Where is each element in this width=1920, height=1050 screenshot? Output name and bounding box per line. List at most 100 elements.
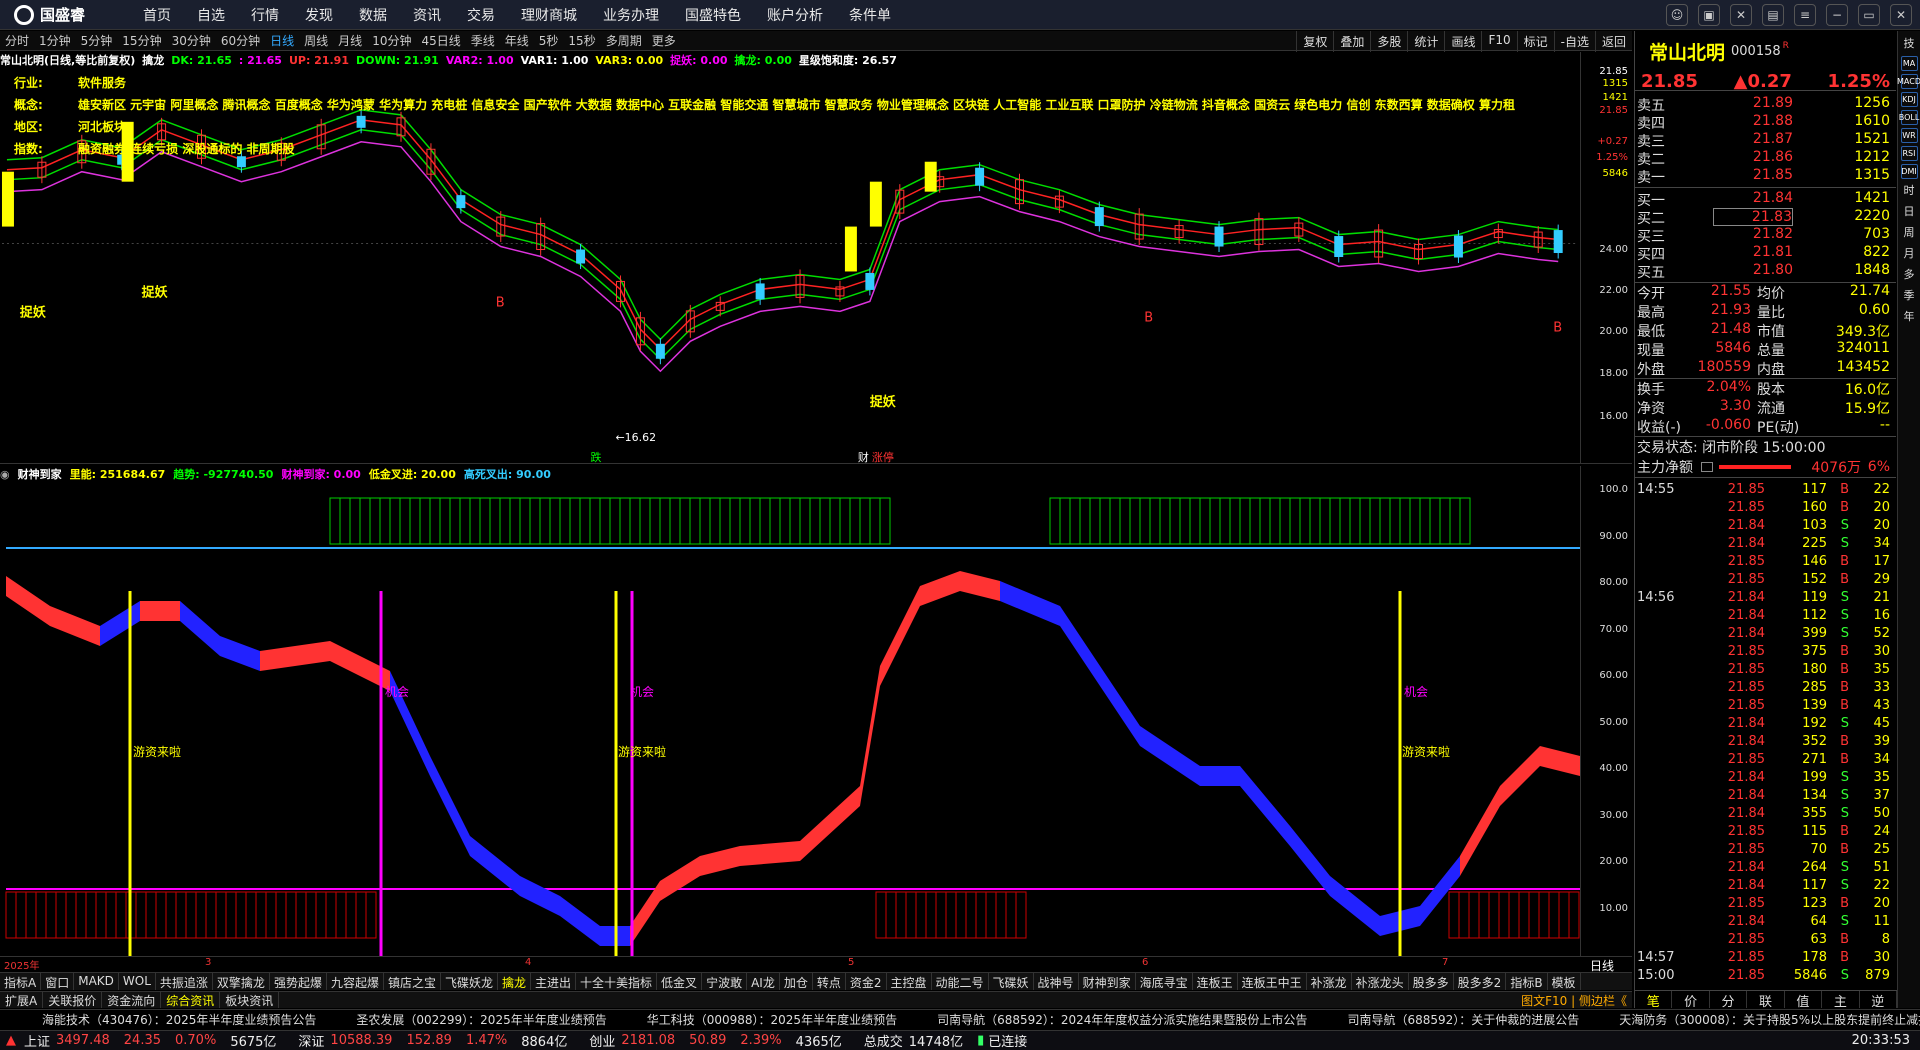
period-0[interactable]: 分时	[0, 32, 34, 49]
news-item[interactable]: 司南导航（688592）：关于仲裁的进展公告	[1347, 1011, 1579, 1028]
indicator-tab-5[interactable]: 双擎擒龙	[213, 973, 270, 990]
info-tab-3[interactable]: 综合资讯	[161, 992, 221, 1008]
orderbook-row[interactable]: 卖二 21.86 1212	[1635, 149, 1896, 168]
side-indicator-7[interactable]: DMI	[1900, 164, 1918, 179]
indicator-tab-15[interactable]: AI龙	[747, 973, 780, 990]
indicator-tab-6[interactable]: 强势起爆	[270, 973, 327, 990]
chart-tool-2[interactable]: 多股	[1370, 31, 1407, 52]
chart-tool-8[interactable]: 返回	[1594, 31, 1632, 52]
news-item[interactable]: 海能技术（430476）：2025年半年度业绩预告公告	[42, 1011, 316, 1028]
tools-icon[interactable]: ✕	[1730, 4, 1752, 26]
side-period-14[interactable]: 年	[1904, 308, 1915, 326]
indicator-tab-30[interactable]: 股多多2	[1454, 973, 1507, 990]
index-name[interactable]: 上证	[24, 1031, 50, 1050]
indicator-tab-26[interactable]: 连板王中王	[1238, 973, 1307, 990]
news-item[interactable]: 华工科技（000988）：2025年半年度业绩预告	[647, 1011, 897, 1028]
side-indicator-6[interactable]: RSI	[1900, 146, 1918, 161]
period-8[interactable]: 月线	[333, 32, 367, 49]
info-tab-2[interactable]: 资金流向	[102, 992, 162, 1008]
chart-tool-1[interactable]: 叠加	[1333, 31, 1370, 52]
index-name[interactable]: 深证	[298, 1031, 324, 1050]
period-9[interactable]: 10分钟	[367, 32, 416, 49]
message-icon[interactable]: ☺	[1666, 4, 1688, 26]
orderbook-row[interactable]: 卖五 21.89 1256	[1635, 95, 1896, 114]
chart-tool-4[interactable]: 画线	[1444, 31, 1481, 52]
indicator-tab-0[interactable]: 指标A	[0, 973, 42, 990]
close-icon[interactable]: ✕	[1890, 4, 1912, 26]
orderbook-row[interactable]: 买二 21.83 2220	[1635, 208, 1896, 227]
maximize-icon[interactable]: ▭	[1858, 4, 1880, 26]
period-13[interactable]: 5秒	[534, 32, 564, 49]
period-10[interactable]: 45日线	[416, 32, 465, 49]
menu-item-9[interactable]: 国盛特色	[672, 5, 754, 25]
orderbook-row[interactable]: 买五 21.80 1848	[1635, 262, 1896, 281]
indicator-tab-8[interactable]: 镇店之宝	[384, 973, 441, 990]
indicator-tab-19[interactable]: 主控盘	[887, 973, 932, 990]
period-16[interactable]: 更多	[647, 32, 681, 49]
orderbook-row[interactable]: 买一 21.84 1421	[1635, 190, 1896, 209]
trade-tab-0[interactable]: 笔	[1635, 991, 1673, 1010]
indicator-tab-24[interactable]: 海底寻宝	[1136, 973, 1193, 990]
indicator-tab-4[interactable]: 共振追涨	[156, 973, 213, 990]
period-2[interactable]: 5分钟	[76, 32, 118, 49]
menu-item-1[interactable]: 自选	[184, 5, 238, 25]
mainflow-icon[interactable]	[1701, 462, 1713, 472]
news-item[interactable]: 天海防务（300008）：关于持股5%以上股东提前终止减持计划	[1619, 1011, 1920, 1028]
side-period-10[interactable]: 周	[1904, 224, 1915, 242]
info-tab-4[interactable]: 板块资讯	[220, 992, 280, 1008]
trade-tab-2[interactable]: 分	[1710, 991, 1748, 1010]
menu-item-8[interactable]: 业务办理	[590, 5, 672, 25]
trade-list[interactable]: 14:55 21.85 117 B 22 21.85 160 B 20 21.84 103 S 20 21…	[1635, 478, 1896, 986]
indicator-tab-3[interactable]: WOL	[119, 973, 156, 990]
menu-item-7[interactable]: 理财商城	[508, 5, 590, 25]
chart-tool-6[interactable]: 标记	[1516, 31, 1554, 52]
trade-tab-1[interactable]: 价	[1672, 991, 1710, 1010]
news-item[interactable]: 司南导航（688592）：2024年年度权益分派实施结果暨股份上市公告	[937, 1011, 1307, 1028]
indicator-tab-12[interactable]: 十全十美指标	[576, 973, 658, 990]
indicator-tab-10[interactable]: 擒龙	[498, 973, 532, 990]
indicator-tab-7[interactable]: 九容起爆	[327, 973, 384, 990]
indicator-tab-20[interactable]: 动能二号	[932, 973, 989, 990]
info-tab-1[interactable]: 关联报价	[43, 992, 103, 1008]
indicator-tab-23[interactable]: 财神到家	[1079, 973, 1136, 990]
menu-item-11[interactable]: 条件单	[836, 5, 904, 25]
chart-tool-7[interactable]: -自选	[1553, 31, 1595, 52]
indicator-tab-29[interactable]: 股多多	[1409, 973, 1454, 990]
side-period-8[interactable]: 时	[1904, 182, 1915, 200]
indicator-tab-31[interactable]: 指标B	[1506, 973, 1548, 990]
period-14[interactable]: 15秒	[563, 32, 600, 49]
indicator-tab-13[interactable]: 低金叉	[657, 973, 703, 990]
orderbook-row[interactable]: 买三 21.82 703	[1635, 226, 1896, 245]
trade-tab-6[interactable]: 逆	[1860, 991, 1897, 1010]
period-5[interactable]: 60分钟	[216, 32, 265, 49]
side-period-9[interactable]: 日	[1904, 203, 1915, 221]
indicator-tab-9[interactable]: 飞碟妖龙	[441, 973, 498, 990]
menu-item-10[interactable]: 账户分析	[754, 5, 836, 25]
minimize-icon[interactable]: −	[1826, 4, 1848, 26]
menu-item-2[interactable]: 行情	[238, 5, 292, 25]
side-period-0[interactable]: 技	[1904, 35, 1915, 53]
orderbook-row[interactable]: 卖四 21.88 1610	[1635, 113, 1896, 132]
menu-icon[interactable]: ≡	[1794, 4, 1816, 26]
menu-item-0[interactable]: 首页	[130, 5, 184, 25]
side-indicator-5[interactable]: WR	[1900, 128, 1918, 143]
skin-icon[interactable]: ▣	[1698, 4, 1720, 26]
index-name[interactable]: 创业	[589, 1031, 615, 1050]
side-indicator-1[interactable]: MA	[1900, 56, 1918, 71]
side-indicator-2[interactable]: MACD	[1897, 74, 1920, 89]
side-period-11[interactable]: 月	[1904, 245, 1915, 263]
indicator-tab-16[interactable]: 加仓	[780, 973, 813, 990]
period-12[interactable]: 年线	[500, 32, 534, 49]
menu-item-5[interactable]: 资讯	[400, 5, 454, 25]
indicator-tab-22[interactable]: 战神号	[1034, 973, 1079, 990]
app-logo[interactable]: 国盛睿	[0, 4, 130, 25]
orderbook-row[interactable]: 卖三 21.87 1521	[1635, 131, 1896, 150]
trade-tab-3[interactable]: 联	[1747, 991, 1785, 1010]
period-15[interactable]: 多周期	[601, 32, 647, 49]
side-period-13[interactable]: 季	[1904, 287, 1915, 305]
side-indicator-4[interactable]: BOLL	[1899, 110, 1919, 125]
user-icon[interactable]: ▤	[1762, 4, 1784, 26]
f10-sidebar-toggle[interactable]: 图文F10 | 侧边栏《	[1516, 992, 1632, 1008]
trade-tab-4[interactable]: 值	[1785, 991, 1823, 1010]
trade-tab-5[interactable]: 主	[1822, 991, 1860, 1010]
